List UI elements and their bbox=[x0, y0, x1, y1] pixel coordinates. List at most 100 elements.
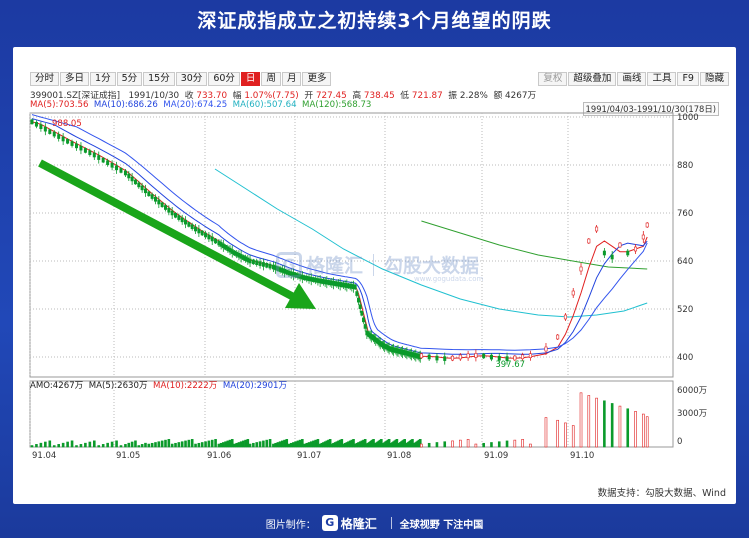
volume-bar-27 bbox=[144, 442, 147, 448]
volume-bar-41 bbox=[190, 439, 194, 448]
candle-body-193 bbox=[626, 250, 630, 256]
amo-tick-2: 0 bbox=[677, 437, 682, 447]
candle-body-185 bbox=[563, 314, 567, 320]
volume-bar-79 bbox=[292, 442, 295, 448]
candle-body-184 bbox=[556, 334, 560, 340]
volume-bar-57 bbox=[235, 442, 238, 448]
volume-bar-21 bbox=[124, 444, 127, 448]
volume-bar-18 bbox=[110, 441, 114, 448]
volume-bar-46 bbox=[207, 440, 211, 448]
volume-bar-184 bbox=[556, 419, 559, 448]
volume-bar-85 bbox=[305, 442, 309, 448]
candle-body-48 bbox=[214, 238, 218, 244]
candle-body-33 bbox=[164, 205, 168, 210]
candle-body-13 bbox=[88, 150, 92, 156]
volume-bar-20 bbox=[119, 445, 123, 448]
candle-body-28 bbox=[147, 191, 151, 197]
volume-bar-174 bbox=[466, 439, 470, 448]
volume-bar-173 bbox=[459, 439, 462, 448]
candle-body-25 bbox=[137, 182, 141, 188]
volume-bar-44 bbox=[200, 442, 204, 448]
candle-body-115 bbox=[358, 304, 362, 310]
x-tick-3: 91.07 bbox=[297, 451, 321, 461]
candle-body-67 bbox=[261, 262, 265, 267]
candle-body-1 bbox=[34, 121, 38, 127]
volume-bar-64 bbox=[252, 442, 255, 448]
candle-body-186 bbox=[571, 290, 575, 296]
candle-body-32 bbox=[160, 202, 164, 208]
candle-body-188 bbox=[587, 238, 591, 244]
candle-body-174 bbox=[466, 353, 470, 359]
volume-bar-7 bbox=[61, 442, 65, 448]
volume-bar-36 bbox=[174, 442, 177, 448]
candle-body-24 bbox=[133, 179, 137, 185]
volume-bar-76 bbox=[285, 439, 289, 448]
amo-ma5-label: MA(5):2630万 bbox=[88, 381, 148, 391]
made-by-label: 图片制作： bbox=[265, 519, 316, 531]
volume-bar-168 bbox=[420, 443, 423, 448]
candle-body-64 bbox=[251, 259, 255, 265]
volume-bar-188 bbox=[587, 395, 591, 448]
volume-bar-3 bbox=[44, 441, 47, 448]
volume-bar-72 bbox=[276, 442, 280, 448]
volume-bar-51 bbox=[222, 442, 225, 448]
footer-slogan: 全球视野 下注中国 bbox=[399, 519, 484, 531]
volume-bar-39 bbox=[184, 440, 187, 448]
volume-bar-87 bbox=[309, 441, 313, 448]
candle-body-113 bbox=[355, 291, 359, 296]
volume-bar-81 bbox=[296, 440, 300, 448]
candle-body-170 bbox=[435, 355, 439, 361]
volume-bar-6 bbox=[57, 444, 61, 448]
x-tick-5: 91.09 bbox=[484, 451, 508, 461]
volume-bar-89 bbox=[314, 439, 317, 448]
volume-bar-70 bbox=[272, 443, 275, 448]
candle-body-31 bbox=[157, 199, 161, 205]
volume-bar-24 bbox=[134, 440, 137, 448]
candle-body-14 bbox=[92, 152, 96, 158]
candle-body-40 bbox=[187, 222, 191, 227]
trend-arrow-shaft bbox=[38, 159, 305, 306]
volume-bar-192 bbox=[618, 405, 622, 448]
candle-body-196 bbox=[645, 222, 649, 228]
volume-bar-14 bbox=[93, 440, 96, 448]
price-panel-frame bbox=[29, 112, 674, 378]
candle-body-42 bbox=[194, 226, 198, 232]
volume-bar-42 bbox=[194, 443, 197, 448]
volume-bar-183 bbox=[544, 417, 548, 448]
volume-bar-13 bbox=[88, 441, 92, 448]
ma120-line bbox=[421, 220, 648, 270]
candle-body-16 bbox=[101, 157, 105, 163]
volume-bar-189 bbox=[595, 397, 598, 448]
x-tick-0: 91.04 bbox=[32, 451, 56, 461]
volume-bar-52 bbox=[224, 441, 227, 448]
amo-tick-1: 3000万 bbox=[677, 409, 707, 419]
ma5-line bbox=[31, 121, 648, 359]
candle-body-112 bbox=[353, 284, 357, 290]
volume-bar-181 bbox=[521, 439, 524, 448]
volume-bar-54 bbox=[228, 439, 232, 448]
volume-bar-50 bbox=[219, 442, 223, 448]
volume-bar-58 bbox=[237, 442, 241, 448]
x-tick-4: 91.08 bbox=[387, 451, 411, 461]
volume-bar-186 bbox=[571, 425, 575, 448]
candle-body-175 bbox=[474, 353, 478, 358]
volume-bar-4 bbox=[48, 440, 52, 448]
kline-chart: 1000 880 760 640 520 400 91.04 91.05 91.06 91.07 9… bbox=[29, 112, 707, 461]
candle-body-11 bbox=[79, 145, 83, 151]
candle-body-3 bbox=[43, 126, 47, 132]
volume-bar-65 bbox=[255, 442, 259, 448]
amo-ma20-label: MA(20):2901万 bbox=[222, 381, 288, 391]
candle-body-181 bbox=[521, 354, 525, 360]
volume-bar-74 bbox=[281, 440, 284, 448]
volume-bar-47 bbox=[210, 439, 214, 448]
candle-body-0 bbox=[30, 119, 34, 125]
candle-body-6 bbox=[57, 134, 61, 139]
volume-bar-1 bbox=[35, 444, 38, 448]
volume-bar-194 bbox=[634, 411, 637, 448]
volume-bar-191 bbox=[610, 403, 614, 448]
candle-body-191 bbox=[610, 254, 614, 260]
candle-body-7 bbox=[61, 136, 65, 142]
candle-body-5 bbox=[52, 131, 56, 137]
volume-bar-179 bbox=[505, 440, 509, 448]
volume-bar-78 bbox=[289, 442, 293, 448]
